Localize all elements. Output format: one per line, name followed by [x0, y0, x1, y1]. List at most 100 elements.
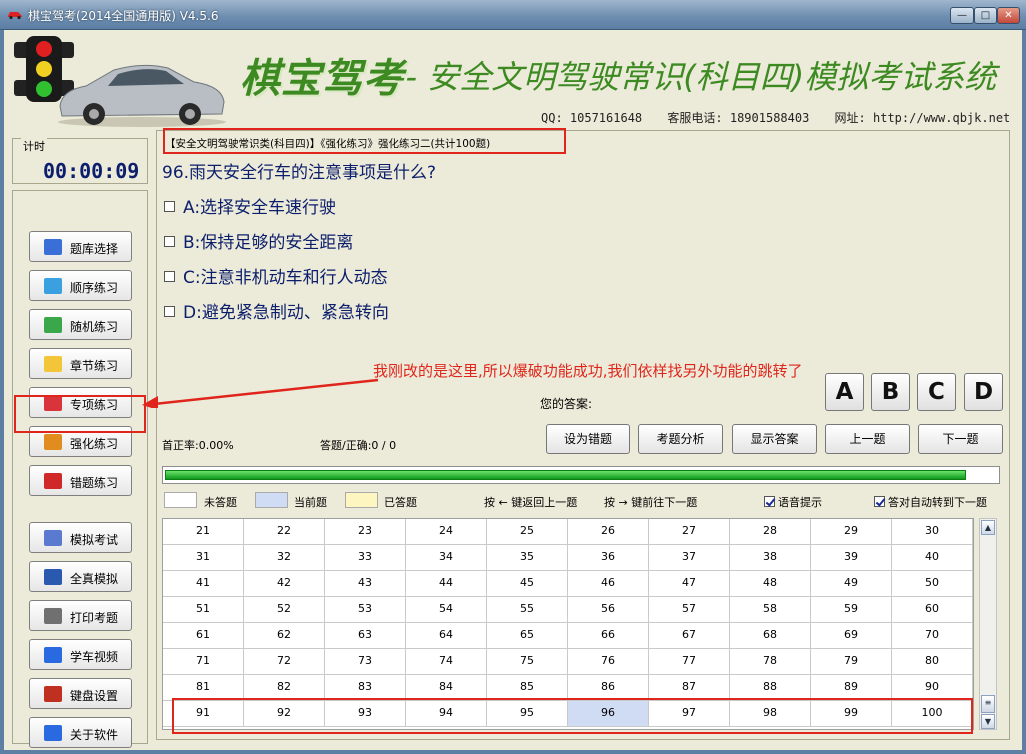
question-cell[interactable]: 66: [568, 623, 649, 649]
analysis-button[interactable]: 考题分析: [638, 424, 723, 454]
menu-refresh-button[interactable]: 随机练习: [29, 309, 132, 340]
question-cell[interactable]: 74: [406, 649, 487, 675]
question-cell[interactable]: 49: [811, 571, 892, 597]
question-cell[interactable]: 51: [163, 597, 244, 623]
question-cell[interactable]: 63: [325, 623, 406, 649]
question-cell[interactable]: 36: [568, 545, 649, 571]
question-cell[interactable]: 70: [892, 623, 973, 649]
question-cell[interactable]: 64: [406, 623, 487, 649]
auto-next-checkbox[interactable]: 答对自动转到下一题: [874, 494, 987, 510]
menu-grid-button[interactable]: 全真模拟: [29, 561, 132, 592]
show-answer-button[interactable]: 显示答案: [732, 424, 817, 454]
question-cell[interactable]: 48: [730, 571, 811, 597]
question-cell[interactable]: 26: [568, 519, 649, 545]
question-cell[interactable]: 34: [406, 545, 487, 571]
menu-flag-button[interactable]: 错题练习: [29, 465, 132, 496]
question-cell[interactable]: 25: [487, 519, 568, 545]
option-b[interactable]: B:保持足够的安全距离: [164, 228, 353, 253]
question-cell[interactable]: 56: [568, 597, 649, 623]
mark-wrong-button[interactable]: 设为错题: [546, 424, 630, 454]
maximize-button[interactable]: □: [974, 7, 997, 24]
answer-b-button[interactable]: B: [871, 373, 910, 411]
question-cell[interactable]: 75: [487, 649, 568, 675]
question-cell[interactable]: 31: [163, 545, 244, 571]
scroll-thumb[interactable]: ≡: [981, 695, 995, 713]
auto-next-check-icon[interactable]: [874, 496, 885, 507]
question-cell[interactable]: 44: [406, 571, 487, 597]
question-cell[interactable]: 60: [892, 597, 973, 623]
question-cell[interactable]: 72: [244, 649, 325, 675]
question-cell[interactable]: 24: [406, 519, 487, 545]
question-cell[interactable]: 35: [487, 545, 568, 571]
question-cell[interactable]: 27: [649, 519, 730, 545]
answer-a-button[interactable]: A: [825, 373, 864, 411]
grid-scrollbar[interactable]: ▲ ≡ ▼: [979, 518, 997, 730]
question-cell[interactable]: 32: [244, 545, 325, 571]
question-cell[interactable]: 37: [649, 545, 730, 571]
question-cell[interactable]: 65: [487, 623, 568, 649]
question-cell[interactable]: 50: [892, 571, 973, 597]
question-cell[interactable]: 47: [649, 571, 730, 597]
question-cell[interactable]: 77: [649, 649, 730, 675]
scroll-down-icon[interactable]: ▼: [981, 714, 995, 729]
question-cell[interactable]: 79: [811, 649, 892, 675]
question-cell[interactable]: 23: [325, 519, 406, 545]
question-cell[interactable]: 71: [163, 649, 244, 675]
question-cell[interactable]: 39: [811, 545, 892, 571]
question-cell[interactable]: 41: [163, 571, 244, 597]
option-a[interactable]: A:选择安全车速行驶: [164, 193, 336, 218]
question-cell[interactable]: 29: [811, 519, 892, 545]
question-cell[interactable]: 80: [892, 649, 973, 675]
question-cell[interactable]: 62: [244, 623, 325, 649]
question-cell[interactable]: 38: [730, 545, 811, 571]
option-d-checkbox[interactable]: [164, 306, 175, 317]
menu-calendar-button[interactable]: 模拟考试: [29, 522, 132, 553]
next-question-button[interactable]: 下一题: [918, 424, 1003, 454]
menu-video-button[interactable]: 学车视频: [29, 639, 132, 670]
minimize-button[interactable]: —: [950, 7, 974, 24]
question-cell[interactable]: 73: [325, 649, 406, 675]
question-cell[interactable]: 42: [244, 571, 325, 597]
question-cell[interactable]: 33: [325, 545, 406, 571]
menu-pencil-button[interactable]: 顺序练习: [29, 270, 132, 301]
option-a-checkbox[interactable]: [164, 201, 175, 212]
scroll-up-icon[interactable]: ▲: [981, 520, 995, 535]
question-cell[interactable]: 52: [244, 597, 325, 623]
question-cell[interactable]: 22: [244, 519, 325, 545]
question-cell[interactable]: 76: [568, 649, 649, 675]
close-button[interactable]: ✕: [997, 7, 1020, 24]
question-cell[interactable]: 58: [730, 597, 811, 623]
question-cell[interactable]: 28: [730, 519, 811, 545]
option-c[interactable]: C:注意非机动车和行人动态: [164, 263, 388, 288]
answer-c-button[interactable]: C: [917, 373, 956, 411]
prev-question-button[interactable]: 上一题: [825, 424, 910, 454]
question-cell[interactable]: 57: [649, 597, 730, 623]
question-cell[interactable]: 59: [811, 597, 892, 623]
option-d[interactable]: D:避免紧急制动、紧急转向: [164, 298, 389, 323]
question-cell[interactable]: 21: [163, 519, 244, 545]
question-cell[interactable]: 67: [649, 623, 730, 649]
menu-note-button[interactable]: 章节练习: [29, 348, 132, 379]
question-cell[interactable]: 46: [568, 571, 649, 597]
question-cell[interactable]: 43: [325, 571, 406, 597]
question-cell[interactable]: 54: [406, 597, 487, 623]
voice-hint-checkbox[interactable]: 语音提示: [764, 494, 822, 510]
menu-wrench-button[interactable]: 键盘设置: [29, 678, 132, 709]
option-c-checkbox[interactable]: [164, 271, 175, 282]
question-cell[interactable]: 45: [487, 571, 568, 597]
question-cell[interactable]: 40: [892, 545, 973, 571]
option-b-checkbox[interactable]: [164, 236, 175, 247]
question-cell[interactable]: 69: [811, 623, 892, 649]
menu-printer-button[interactable]: 打印考题: [29, 600, 132, 631]
title-bar[interactable]: 棋宝驾考(2014全国通用版) V4.5.6 — □ ✕: [0, 0, 1026, 30]
question-cell[interactable]: 68: [730, 623, 811, 649]
voice-check-icon[interactable]: [764, 496, 775, 507]
question-cell[interactable]: 53: [325, 597, 406, 623]
menu-info-button[interactable]: 关于软件: [29, 717, 132, 748]
question-cell[interactable]: 78: [730, 649, 811, 675]
question-cell[interactable]: 61: [163, 623, 244, 649]
question-cell[interactable]: 55: [487, 597, 568, 623]
answer-d-button[interactable]: D: [964, 373, 1003, 411]
question-cell[interactable]: 30: [892, 519, 973, 545]
website-link[interactable]: 网址: http://www.qbjk.net: [835, 111, 1011, 125]
